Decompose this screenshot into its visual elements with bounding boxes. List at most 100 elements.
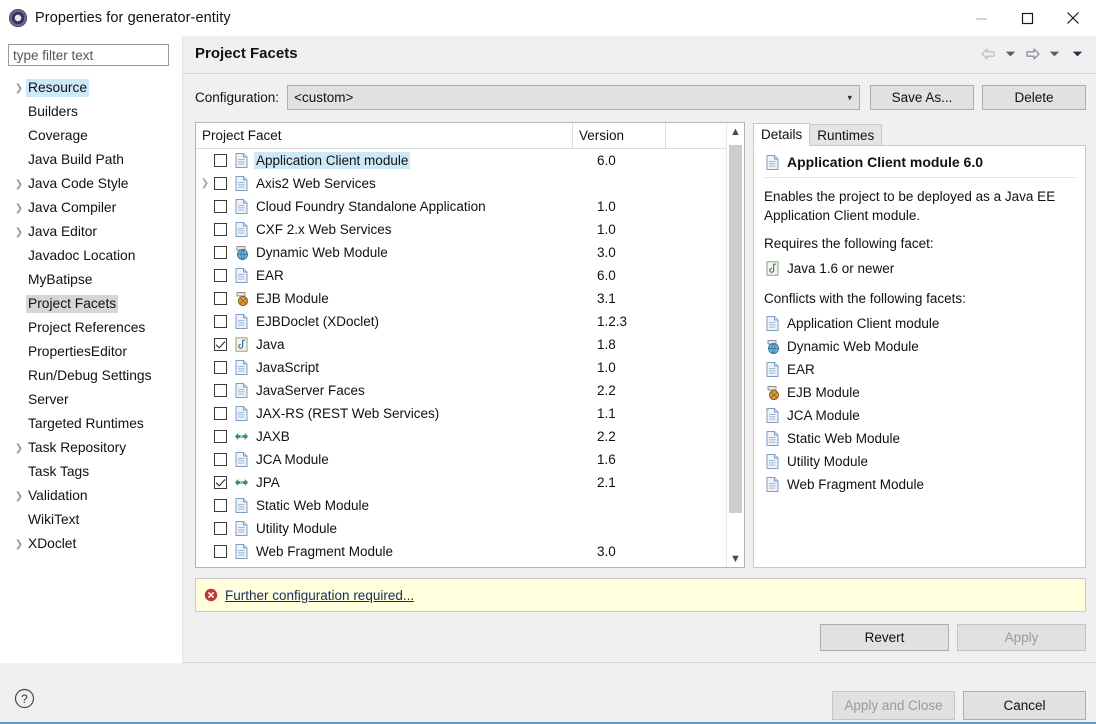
sidebar-item-java-code-style[interactable]: ❯ Java Code Style bbox=[0, 172, 182, 196]
table-vertical-scrollbar[interactable]: ▲ ▼ bbox=[726, 123, 744, 567]
facet-checkbox[interactable] bbox=[214, 430, 227, 443]
sidebar-item-project-references[interactable]: Project References bbox=[0, 316, 182, 340]
sidebar-item-coverage[interactable]: Coverage bbox=[0, 124, 182, 148]
facet-checkbox[interactable] bbox=[214, 246, 227, 259]
chevron-right-icon[interactable]: ❯ bbox=[12, 203, 26, 214]
chevron-right-icon[interactable]: ❯ bbox=[12, 179, 26, 190]
facet-checkbox[interactable] bbox=[214, 499, 227, 512]
revert-button[interactable]: Revert bbox=[820, 624, 949, 651]
table-row[interactable]: JAXB2.2▾ bbox=[196, 425, 744, 448]
facet-checkbox[interactable] bbox=[214, 476, 227, 489]
chevron-right-icon[interactable]: ❯ bbox=[12, 539, 26, 550]
sidebar-item-java-compiler[interactable]: ❯ Java Compiler bbox=[0, 196, 182, 220]
facet-checkbox[interactable] bbox=[214, 200, 227, 213]
facet-checkbox[interactable] bbox=[214, 361, 227, 374]
sidebar-item-run-debug-settings[interactable]: Run/Debug Settings bbox=[0, 364, 182, 388]
chevron-right-icon[interactable]: ❯ bbox=[12, 83, 26, 94]
further-configuration-link[interactable]: Further configuration required... bbox=[225, 588, 414, 603]
chevron-right-icon[interactable]: ❯ bbox=[196, 178, 214, 189]
table-row[interactable]: JAX-RS (REST Web Services)1.1▾ bbox=[196, 402, 744, 425]
table-row[interactable]: Utility Module bbox=[196, 517, 744, 540]
sidebar-item-label: Javadoc Location bbox=[28, 248, 136, 263]
table-row-content: JavaScript 1.0 bbox=[214, 359, 744, 376]
scroll-up-icon[interactable]: ▲ bbox=[727, 123, 744, 140]
close-button[interactable] bbox=[1050, 0, 1096, 36]
configuration-select[interactable]: <custom> ▾ bbox=[287, 85, 860, 110]
sidebar-item-propertieseditor[interactable]: PropertiesEditor bbox=[0, 340, 182, 364]
save-as-button[interactable]: Save As... bbox=[870, 85, 974, 110]
sidebar-item-resource[interactable]: ❯ Resource bbox=[0, 76, 182, 100]
table-row[interactable]: Application Client module6.0▾ bbox=[196, 149, 744, 172]
sidebar-item-task-tags[interactable]: Task Tags bbox=[0, 460, 182, 484]
table-row[interactable]: JPA2.1▾ bbox=[196, 471, 744, 494]
facet-checkbox[interactable] bbox=[214, 269, 227, 282]
settings-tree[interactable]: ❯ Resource Builders Coverage Java Build Path… bbox=[0, 76, 182, 686]
apply-button[interactable]: Apply bbox=[957, 624, 1086, 651]
table-row[interactable]: EJB Module3.1▾ bbox=[196, 287, 744, 310]
facet-checkbox[interactable] bbox=[214, 384, 227, 397]
filter-box[interactable] bbox=[8, 44, 169, 66]
facet-checkbox[interactable] bbox=[214, 154, 227, 167]
sidebar-item-javadoc-location[interactable]: Javadoc Location bbox=[0, 244, 182, 268]
list-item-label: Utility Module bbox=[787, 454, 869, 469]
vscroll-thumb[interactable] bbox=[729, 145, 742, 513]
cancel-button[interactable]: Cancel bbox=[963, 691, 1086, 720]
facet-checkbox[interactable] bbox=[214, 315, 227, 328]
table-row[interactable]: Static Web Module bbox=[196, 494, 744, 517]
column-header-version[interactable]: Version bbox=[573, 123, 666, 148]
facet-checkbox[interactable] bbox=[214, 177, 227, 190]
table-row[interactable]: JavaScript 1.0 bbox=[196, 356, 744, 379]
maximize-button[interactable] bbox=[1004, 0, 1050, 36]
table-row[interactable]: Web Fragment Module3.0▾ bbox=[196, 540, 744, 563]
help-icon[interactable]: ? bbox=[14, 688, 35, 709]
sidebar-item-targeted-runtimes[interactable]: Targeted Runtimes bbox=[0, 412, 182, 436]
arrow-left-icon[interactable] bbox=[978, 44, 998, 64]
table-row[interactable]: ❯ Axis2 Web Services bbox=[196, 172, 744, 195]
tab-runtimes[interactable]: Runtimes bbox=[809, 124, 883, 146]
apply-and-close-button[interactable]: Apply and Close bbox=[832, 691, 955, 720]
table-row[interactable]: Cloud Foundry Standalone Application 1.0 bbox=[196, 195, 744, 218]
table-row[interactable]: JavaServer Faces2.2▾ bbox=[196, 379, 744, 402]
facet-checkbox[interactable] bbox=[214, 223, 227, 236]
facet-checkbox[interactable] bbox=[214, 407, 227, 420]
chevron-right-icon[interactable]: ❯ bbox=[12, 491, 26, 502]
column-header-project-facet[interactable]: Project Facet bbox=[196, 123, 573, 148]
scroll-down-icon[interactable]: ▼ bbox=[727, 550, 744, 567]
sidebar-item-project-facets[interactable]: Project Facets bbox=[0, 292, 182, 316]
facet-checkbox[interactable] bbox=[214, 545, 227, 558]
view-menu-chevron-down-icon[interactable] bbox=[1066, 44, 1088, 64]
forward-history-chevron-down-icon[interactable] bbox=[1043, 44, 1065, 64]
facet-checkbox[interactable] bbox=[214, 522, 227, 535]
tab-details[interactable]: Details bbox=[753, 123, 811, 146]
details-requires-heading: Requires the following facet: bbox=[764, 236, 934, 251]
facet-version: 1.2.3 bbox=[597, 314, 628, 329]
facet-checkbox[interactable] bbox=[214, 292, 227, 305]
table-row[interactable]: JCA Module1.6▾ bbox=[196, 448, 744, 471]
table-row[interactable]: Dynamic Web Module3.0▾ bbox=[196, 241, 744, 264]
sidebar-item-xdoclet[interactable]: ❯ XDoclet bbox=[0, 532, 182, 556]
chevron-right-icon[interactable]: ❯ bbox=[12, 443, 26, 454]
sidebar-item-wikitext[interactable]: WikiText bbox=[0, 508, 182, 532]
sidebar-item-builders[interactable]: Builders bbox=[0, 100, 182, 124]
table-row[interactable]: CXF 2.x Web Services 1.0 bbox=[196, 218, 744, 241]
table-row-content: Application Client module6.0▾ bbox=[214, 152, 744, 169]
sidebar-item-server[interactable]: Server bbox=[0, 388, 182, 412]
table-row[interactable]: EJBDoclet (XDoclet)1.2.3▾ bbox=[196, 310, 744, 333]
project-facets-table[interactable]: Project Facet Version Application Client… bbox=[195, 122, 745, 568]
facet-checkbox[interactable] bbox=[214, 453, 227, 466]
sidebar-item-mybatipse[interactable]: MyBatipse bbox=[0, 268, 182, 292]
table-row[interactable]: Java1.8▾ bbox=[196, 333, 744, 356]
sidebar-item-task-repository[interactable]: ❯ Task Repository bbox=[0, 436, 182, 460]
sidebar-item-java-build-path[interactable]: Java Build Path bbox=[0, 148, 182, 172]
table-row[interactable]: EAR6.0▾ bbox=[196, 264, 744, 287]
minimize-button[interactable] bbox=[958, 0, 1004, 36]
sidebar-item-java-editor[interactable]: ❯ Java Editor bbox=[0, 220, 182, 244]
search-input[interactable] bbox=[9, 45, 168, 65]
chevron-right-icon[interactable]: ❯ bbox=[12, 227, 26, 238]
sidebar-item-validation[interactable]: ❯ Validation bbox=[0, 484, 182, 508]
back-history-chevron-down-icon[interactable] bbox=[999, 44, 1021, 64]
arrow-right-icon[interactable] bbox=[1022, 44, 1042, 64]
facet-checkbox[interactable] bbox=[214, 338, 227, 351]
document-icon bbox=[233, 176, 249, 191]
delete-button[interactable]: Delete bbox=[982, 85, 1086, 110]
